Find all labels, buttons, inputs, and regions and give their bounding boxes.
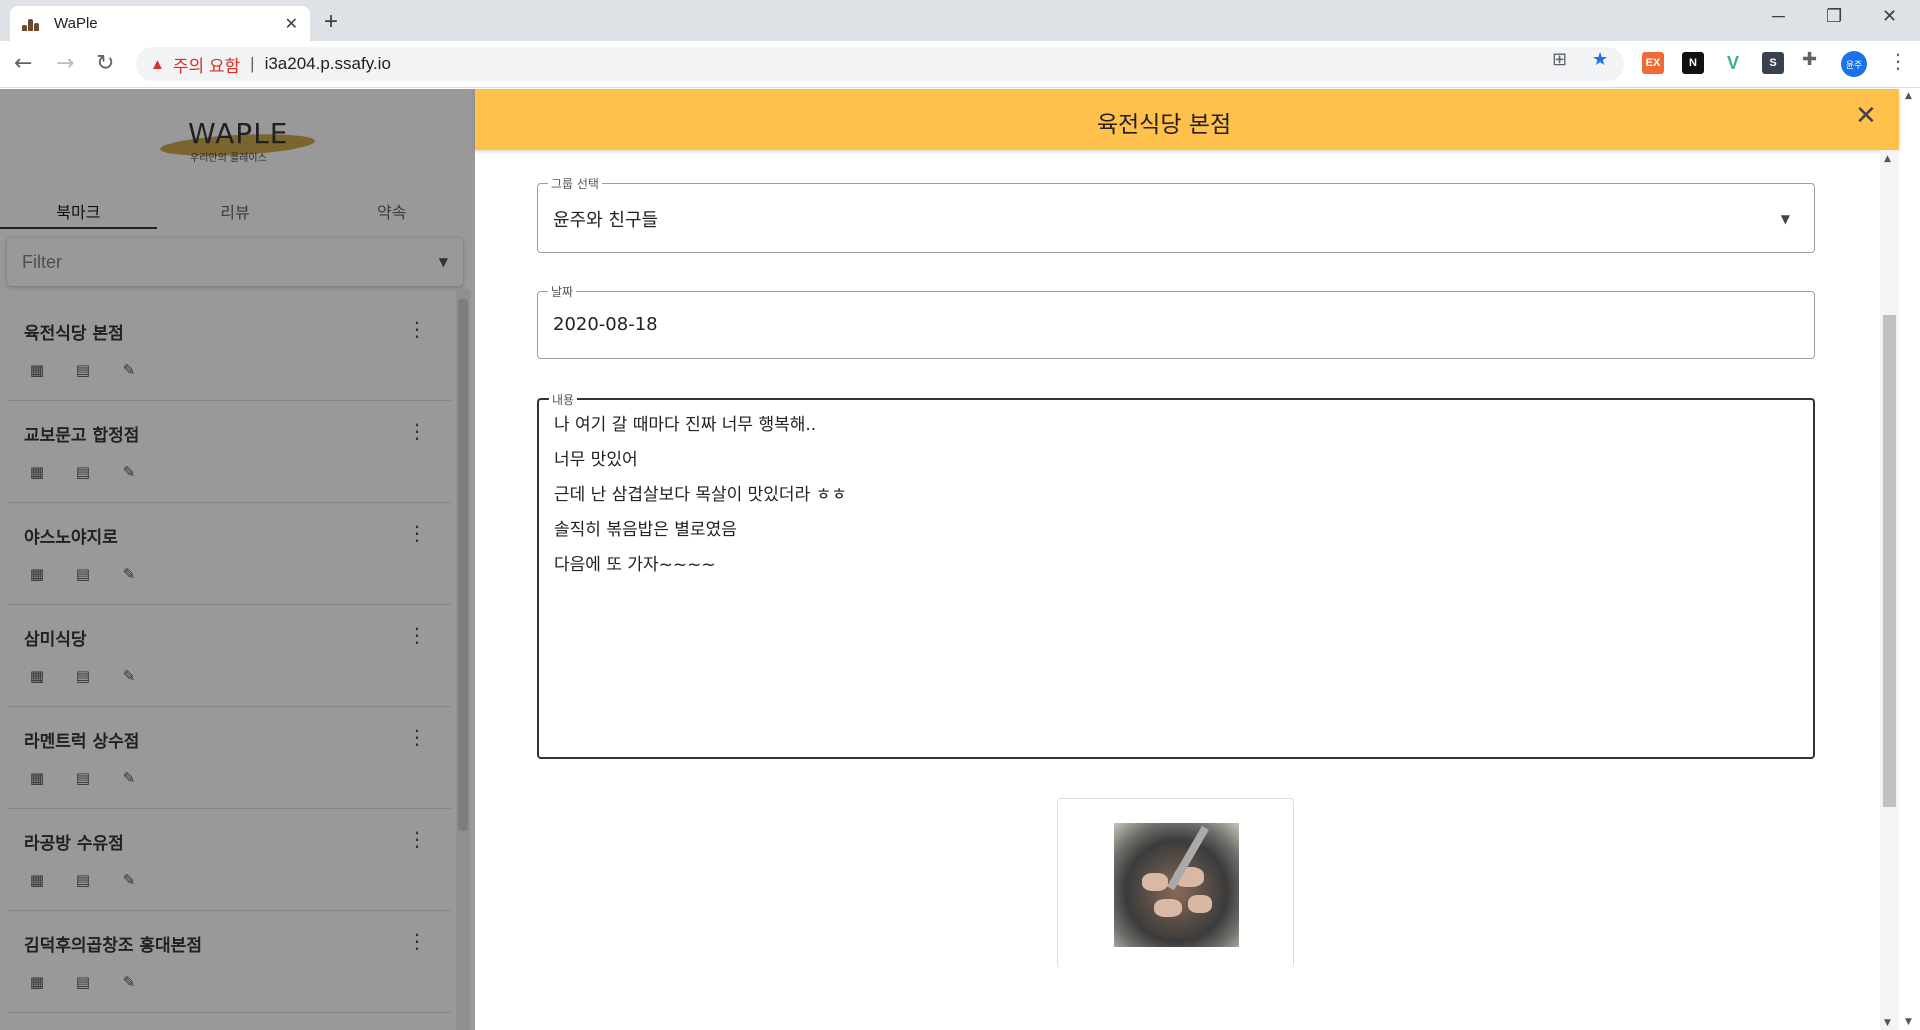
dialog-scroll-thumb[interactable] <box>1883 315 1896 807</box>
content-textarea-label: 내용 <box>549 391 578 408</box>
photo-card[interactable] <box>1057 798 1294 968</box>
group-select[interactable]: 그룹 선택 윤주와 친구들 ▼ <box>537 175 1815 253</box>
address-separator: | <box>250 54 255 73</box>
url-text[interactable]: i3a204.p.ssafy.io <box>265 54 391 74</box>
notion-icon[interactable]: N <box>1682 52 1704 74</box>
app-viewport: WAPLE 우리만의 플레이스 북마크 리뷰 약속 Filter ▼ 육전식당 … <box>0 89 1920 1030</box>
chevron-down-icon: ▼ <box>1780 212 1790 226</box>
group-select-value: 윤주와 친구들 <box>553 210 659 231</box>
address-bar[interactable]: ▲ 주의 요함 | i3a204.p.ssafy.io <box>136 47 1624 81</box>
forward-icon[interactable]: → <box>56 51 74 76</box>
browser-tab-strip: WaPle ✕ + ─ ❐ ✕ <box>0 0 1920 41</box>
extension-ex-icon[interactable]: EX <box>1642 52 1664 74</box>
reload-icon[interactable]: ↻ <box>96 51 114 76</box>
waple-favicon-icon <box>22 17 42 31</box>
close-tab-icon[interactable]: ✕ <box>285 14 298 33</box>
security-warning-text[interactable]: 주의 요함 <box>173 52 240 77</box>
content-line: 다음에 또 가자~~~~ <box>554 555 716 575</box>
browser-menu-icon[interactable]: ⋮ <box>1888 49 1908 73</box>
vue-devtools-icon[interactable]: V <box>1722 52 1744 74</box>
window-close-icon[interactable]: ✕ <box>1882 6 1897 27</box>
date-field-label: 날짜 <box>548 283 577 300</box>
dialog-scrollbar[interactable]: ▲ ▼ <box>1880 150 1899 1030</box>
review-dialog: 육전식당 본점 ✕ 그룹 선택 윤주와 친구들 ▼ 날짜 2020-08-18 … <box>475 89 1899 1030</box>
browser-toolbar: ← → ↻ ▲ 주의 요함 | i3a204.p.ssafy.io ⊞ ★ EX… <box>0 41 1920 88</box>
extension-s-icon[interactable]: S <box>1762 52 1784 74</box>
bookmark-star-icon[interactable]: ★ <box>1592 49 1608 70</box>
translate-icon[interactable]: ⊞ <box>1552 49 1567 70</box>
dialog-header: 육전식당 본점 ✕ <box>475 89 1899 150</box>
restore-icon[interactable]: ❐ <box>1826 6 1842 27</box>
close-icon[interactable]: ✕ <box>1855 101 1877 131</box>
content-text[interactable]: 나 여기 갈 때마다 진짜 너무 행복해.. 너무 맛있어 근데 난 삼겹살보다… <box>554 408 847 583</box>
date-field[interactable]: 날짜 2020-08-18 <box>537 283 1815 359</box>
scroll-up-icon[interactable]: ▲ <box>1884 154 1891 164</box>
dialog-title: 육전식당 본점 <box>1096 112 1232 138</box>
modal-overlay[interactable] <box>0 89 475 1030</box>
content-line: 너무 맛있어 <box>554 450 638 470</box>
new-tab-icon[interactable]: + <box>324 8 338 36</box>
tab-title: WaPle <box>54 15 98 32</box>
warning-icon[interactable]: ▲ <box>150 56 165 73</box>
page-scrollbar[interactable]: ▲ ▼ <box>1899 89 1920 1030</box>
date-field-value: 2020-08-18 <box>553 314 658 335</box>
page-scroll-down-icon[interactable]: ▼ <box>1905 1017 1912 1027</box>
browser-tab[interactable]: WaPle ✕ <box>10 6 310 41</box>
content-line: 솔직히 볶음밥은 별로였음 <box>554 520 737 540</box>
review-photo[interactable] <box>1114 823 1239 947</box>
content-textarea[interactable]: 내용 나 여기 갈 때마다 진짜 너무 행복해.. 너무 맛있어 근데 난 삼겹… <box>537 391 1815 759</box>
content-line: 나 여기 갈 때마다 진짜 너무 행복해.. <box>554 415 817 435</box>
group-select-label: 그룹 선택 <box>548 175 602 192</box>
extensions-puzzle-icon[interactable]: ✚ <box>1802 49 1817 70</box>
minimize-icon[interactable]: ─ <box>1772 6 1785 27</box>
back-icon[interactable]: ← <box>14 51 32 76</box>
content-line: 근데 난 삼겹살보다 목살이 맛있더라 ㅎㅎ <box>554 485 847 505</box>
page-scroll-up-icon[interactable]: ▲ <box>1905 91 1912 101</box>
scroll-down-icon[interactable]: ▼ <box>1884 1018 1891 1028</box>
profile-avatar[interactable]: 윤주 <box>1841 51 1867 77</box>
